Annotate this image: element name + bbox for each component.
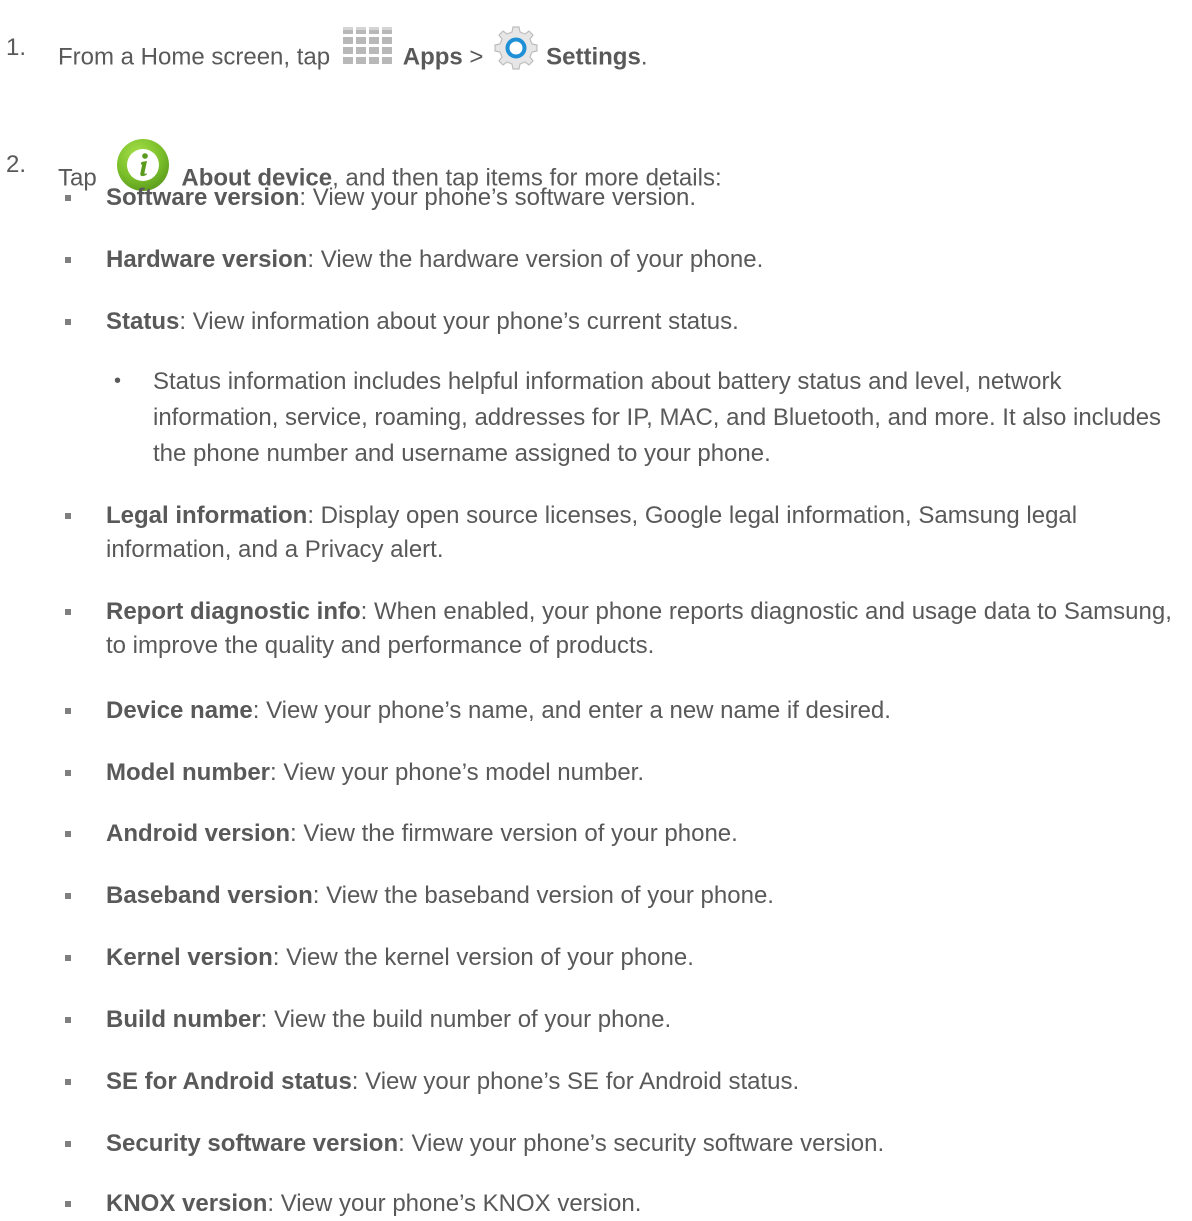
apps-grid-icon [339, 27, 397, 73]
step-2-number: 2. [6, 151, 27, 178]
item-description: : View your phone’s model number. [270, 759, 645, 786]
square-bullet-icon [65, 1079, 71, 1085]
item-label: Android version [106, 820, 291, 847]
item-label: Legal information [106, 502, 308, 529]
apps-label: Apps [402, 43, 463, 71]
step-1-body: From a Home screen, tap Apps > Settings. [58, 26, 648, 82]
step-1-number: 1. [6, 34, 27, 61]
item-label: Baseband version [106, 882, 313, 909]
square-bullet-icon [65, 708, 71, 714]
settings-gear-icon [492, 24, 540, 72]
square-bullet-icon [65, 955, 71, 961]
square-bullet-icon [65, 770, 71, 776]
item-label: Status [106, 308, 180, 335]
item-description: : View your phone’s software version. [299, 184, 697, 211]
step-1-separator: > [462, 43, 491, 71]
square-bullet-icon [65, 893, 71, 899]
item-label: Software version [106, 184, 300, 211]
item-label: Hardware version [106, 246, 308, 273]
item-description: : View the hardware version of your phon… [307, 246, 764, 273]
step-1-text-after: . [640, 43, 648, 71]
square-bullet-icon [65, 1141, 71, 1147]
item-description: : View the baseband version of your phon… [312, 882, 774, 909]
square-bullet-icon [65, 257, 71, 263]
item-label: Build number [106, 1006, 261, 1033]
item-label: Model number [106, 759, 271, 786]
round-bullet-icon: • [114, 370, 122, 392]
item-label: KNOX version [106, 1190, 268, 1217]
item-description: : View information about your phone’s cu… [179, 308, 739, 335]
item-description: : View the build number of your phone. [260, 1006, 672, 1033]
item-description: : View your phone’s security software ve… [398, 1130, 885, 1157]
settings-label: Settings [546, 43, 641, 71]
item-label: Kernel version [106, 944, 273, 971]
item-label: Report diagnostic info [106, 598, 361, 625]
status-note-text: Status information includes helpful info… [153, 368, 1162, 467]
item-description: : View the kernel version of your phone. [272, 944, 694, 971]
square-bullet-icon [65, 831, 71, 837]
step-2-text-before: Tap [58, 164, 104, 192]
step-1-text-before: From a Home screen, tap [58, 43, 337, 71]
item-description: : View your phone’s KNOX version. [267, 1190, 642, 1217]
item-description: : View the firmware version of your phon… [290, 820, 738, 847]
item-label: SE for Android status [106, 1068, 352, 1095]
square-bullet-icon [65, 513, 71, 519]
item-description: : View your phone’s SE for Android statu… [351, 1068, 800, 1095]
item-label: Device name [106, 697, 253, 724]
item-label: Security software version [106, 1130, 399, 1157]
square-bullet-icon [65, 319, 71, 325]
item-description: : View your phone’s name, and enter a ne… [252, 697, 891, 724]
square-bullet-icon [65, 1017, 71, 1023]
square-bullet-icon [65, 1201, 71, 1207]
square-bullet-icon [65, 609, 71, 615]
square-bullet-icon [65, 195, 71, 201]
